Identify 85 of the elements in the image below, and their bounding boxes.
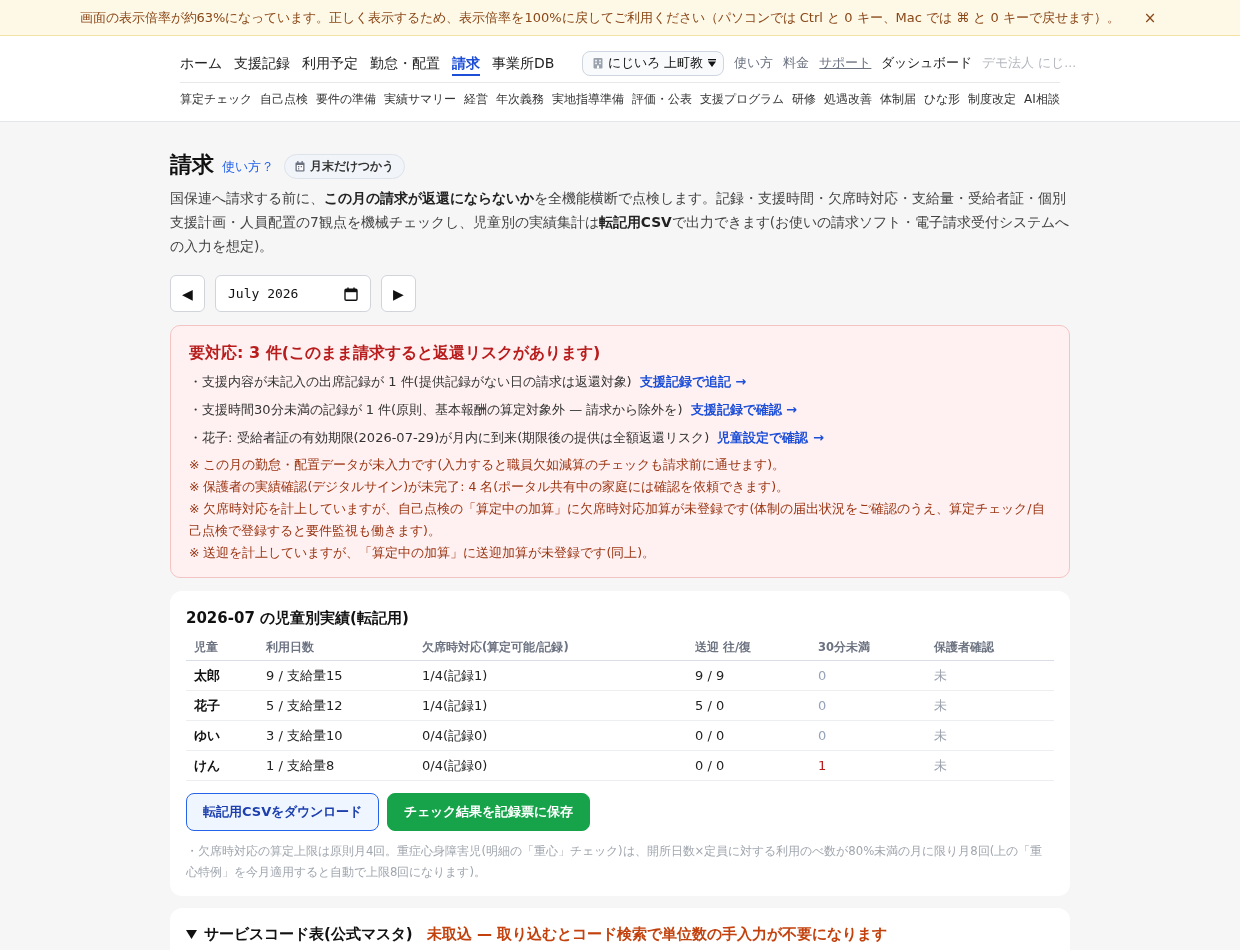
- table-cell: 1/4(記録1): [414, 660, 687, 691]
- header-link[interactable]: 料金: [783, 54, 810, 72]
- sub-nav-link[interactable]: 支援プログラム: [700, 91, 784, 108]
- note-text: ※ 保護者の実績確認(デジタルサイン)が未完了: 4 名(ポータル共有中の家庭には確認を依頼できます)。: [189, 478, 791, 496]
- note-text: ※ この月の勤怠・配置データが未入力です(入力すると職員欠如減算のチェックも請求前に通せます)。: [189, 456, 787, 474]
- table-cell: 未: [926, 720, 1054, 751]
- close-button[interactable]: ×: [1139, 7, 1161, 28]
- table-cell: 0/4(記録0): [414, 720, 687, 751]
- sub-nav-link[interactable]: ひな形: [924, 91, 960, 108]
- sub-nav-link[interactable]: 要件の準備: [316, 91, 376, 108]
- building-icon: [592, 57, 605, 69]
- caret-down-icon: [707, 58, 718, 68]
- column-header: 欠席時対応(算定可能/記録): [414, 635, 687, 661]
- column-header: 児童: [186, 635, 258, 661]
- table-cell: 1: [810, 750, 926, 781]
- section-toggle[interactable]: サービスコード表(公式マスタ): [186, 924, 413, 944]
- calendar-icon: [344, 286, 358, 301]
- note-text: ※ 送迎を計上していますが、「算定中の加算」に送迎加算が未登録です(同上)。: [189, 544, 657, 562]
- action-link[interactable]: 児童設定で確認 →: [717, 430, 824, 445]
- sub-nav-link[interactable]: AI相談: [1024, 91, 1060, 108]
- table-cell: 太郎: [186, 660, 258, 691]
- note-text: ※ 欠席時対応を計上していますが、自己点検の「算定中の加算」に欠席時対応加算が未登録です(体制の届出状況をご確認のうえ、算定チェック/自己点検で登録すると要件監視も働きます)。: [189, 500, 1046, 540]
- column-header: 利用日数: [258, 635, 414, 661]
- header-link[interactable]: ダッシュボード: [881, 54, 973, 72]
- alert-item-text: ・支援内容が未記入の出席記録が 1 件(提供記録がない日の請求は返還対象): [189, 374, 632, 389]
- sub-nav-link[interactable]: 算定チェック: [180, 91, 252, 108]
- table-cell: 3 / 支給量10: [258, 720, 414, 751]
- mode-button[interactable]: 月末だけつかう: [284, 153, 405, 179]
- sub-nav-link[interactable]: 実地指導準備: [552, 91, 624, 108]
- next-month-button[interactable]: ▶: [381, 275, 416, 312]
- nav-tab[interactable]: 勤怠・配置: [370, 50, 440, 76]
- nav-tab[interactable]: ホーム: [180, 50, 222, 76]
- nav-tab[interactable]: 支援記録: [234, 50, 290, 76]
- nav-tab[interactable]: 事業所DB: [492, 50, 555, 76]
- table-cell: 0: [810, 720, 926, 751]
- status-text: 未取込 — 取り込むとコード検索で単位数の手入力が不要になります: [426, 924, 888, 945]
- sub-nav-link[interactable]: 年次義務: [496, 91, 544, 108]
- month-input[interactable]: July 2026: [215, 275, 371, 312]
- action-link[interactable]: 支援記録で確認 →: [690, 402, 797, 417]
- table-cell: 0 / 0: [687, 720, 810, 751]
- table-cell: 未: [926, 660, 1054, 691]
- table-cell: 1 / 支給量8: [258, 750, 414, 781]
- zoom-warning-text: 画面の表示倍率が約63%になっています。正しく表示するため、表示倍率を100%に戻してご利用ください（パソコンでは Ctrl と 0 キー、Mac では ⌘ と 0 キーで戻せます）。: [79, 8, 1120, 27]
- sub-nav-link[interactable]: 制度改定: [968, 91, 1016, 108]
- facility-select[interactable]: にじいろ 上町教: [582, 50, 725, 76]
- table-cell: 未: [926, 690, 1054, 721]
- table-cell: 0: [810, 690, 926, 721]
- sub-nav-link[interactable]: 経営: [464, 91, 488, 108]
- header-link[interactable]: サポート: [819, 54, 872, 72]
- action-link[interactable]: 支援記録で追記 →: [639, 374, 747, 389]
- column-header: 保護者確認: [926, 635, 1054, 661]
- table-cell: 5 / 支給量12: [258, 690, 414, 721]
- card-title: 2026-07 の児童別実績(転記用): [186, 608, 410, 628]
- column-header: 送迎 往/復: [687, 635, 810, 661]
- table-cell: けん: [186, 750, 258, 781]
- table-cell: 0 / 0: [687, 750, 810, 781]
- footnote-text: ・欠席時対応の算定上限は原則月4回。重症心身障害児(明細の「重心」チェック)は、開所日数×定員に対する利用のべ数が80%未満の月に限り月8回(上の「重心特例」を今月適用すると自動で上限8回になります)。: [186, 843, 1044, 881]
- download-button[interactable]: 転記用CSVをダウンロード: [186, 793, 380, 831]
- prev-month-button[interactable]: ◀: [170, 275, 205, 312]
- alert-title: 要対応: 3 件(このまま請求すると返還リスクがあります): [189, 342, 602, 364]
- calendar-icon: [295, 160, 305, 172]
- table-cell: 1/4(記録1): [414, 690, 687, 721]
- sub-nav-link[interactable]: 評価・公表: [632, 91, 692, 108]
- page-title: 請求: [170, 151, 214, 179]
- nav-tab[interactable]: 請求: [452, 50, 480, 76]
- sub-nav-link[interactable]: 研修: [792, 91, 816, 108]
- table-cell: 花子: [186, 690, 258, 721]
- alert-item-text: ・花子: 受給者証の有効期限(2026-07-29)が月内に到来(期限後の提供は全額返還リスク): [189, 430, 710, 445]
- column-header: 30分未満: [810, 635, 926, 661]
- table-cell: 5 / 0: [687, 690, 810, 721]
- sub-nav-link[interactable]: 処遇改善: [824, 91, 872, 108]
- description-text: 国保連へ請求する前に、この月の請求が返還にならないかを全機能横断で点検します。記録・支援時間・欠席時対応・支給量・受給者証・個別支援計画・人員配置の7観点を機械チェックし、児童別の実績集計は転記用CSVで出力できます(お使いの請求ソフト・電子請求受付システムへの入力を想定)。: [170, 189, 1070, 256]
- table-cell: 9 / 支給量15: [258, 660, 414, 691]
- table-cell: 0: [810, 660, 926, 691]
- table-cell: 9 / 9: [687, 660, 810, 691]
- sub-nav-link[interactable]: 自己点検: [260, 91, 308, 108]
- table-cell: 0/4(記録0): [414, 750, 687, 781]
- header-link[interactable]: 使い方: [734, 54, 774, 72]
- sub-nav-link[interactable]: 実績サマリー: [384, 91, 456, 108]
- sub-nav-link[interactable]: 体制届: [880, 91, 916, 108]
- help-link[interactable]: 使い方？: [222, 158, 274, 176]
- alert-item-text: ・支援時間30分未満の記録が 1 件(原則、基本報酬の算定対象外 — 請求から除外を): [189, 402, 683, 417]
- nav-tab[interactable]: 利用予定: [302, 50, 358, 76]
- table-cell: 未: [926, 750, 1054, 781]
- table-cell: ゆい: [186, 720, 258, 751]
